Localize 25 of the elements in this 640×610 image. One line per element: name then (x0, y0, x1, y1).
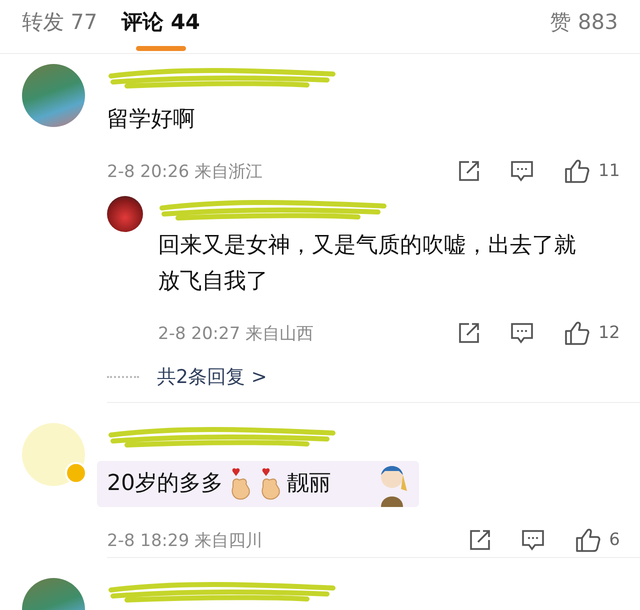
comment-time-location: 2-8 20:27 来自山西 (158, 322, 315, 344)
tab[interactable]: 评论 44 (121, 0, 200, 53)
like-count: 12 (598, 323, 620, 343)
share-icon[interactable] (469, 529, 492, 551)
comment-text: 留学好啊 (107, 106, 195, 134)
comment-icon[interactable] (510, 160, 534, 182)
share-icon[interactable] (458, 322, 480, 344)
comment-time-location: 2-8 20:26 来自浙江 (107, 160, 264, 182)
share-icon[interactable] (458, 160, 480, 182)
comment-text: 20岁的多多 (107, 470, 223, 498)
like-count: 11 (598, 161, 620, 181)
verified-badge (65, 462, 87, 484)
more-replies-link[interactable]: 共2条回复 > (157, 364, 268, 390)
thumbs-up-icon[interactable] (575, 527, 602, 553)
tab[interactable]: 转发 77 (22, 0, 98, 53)
avatar-photo-placeholder[interactable] (107, 196, 143, 232)
comment-icon[interactable] (510, 322, 534, 344)
comment-time-location: 2-8 18:29 来自四川 (107, 530, 264, 552)
thumbs-up-icon[interactable] (564, 320, 590, 346)
comment-text: 靓丽 (287, 470, 331, 498)
thumbs-up-icon[interactable] (564, 158, 590, 184)
comment-text: 回来又是女神，又是气质的吹嘘，出去了就放飞自我了 (158, 232, 577, 296)
like-total[interactable]: 赞 883 (550, 0, 618, 36)
like-count: 6 (609, 530, 620, 550)
comment-icon[interactable] (521, 529, 546, 551)
